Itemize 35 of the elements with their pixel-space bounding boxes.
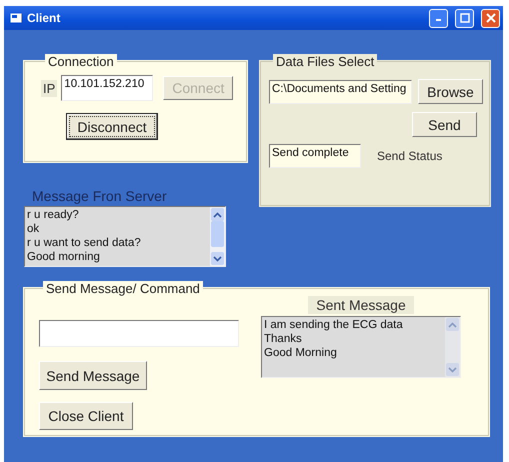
send-status-label: Send Status [376,148,444,164]
group-title: Data Files Select [273,54,378,69]
app-icon [10,13,22,23]
scroll-down-icon[interactable] [211,252,224,265]
ip-field[interactable]: 10.101.152.210 [61,75,154,101]
close-icon [486,13,496,23]
message-line: Good Morning [264,346,338,360]
minimize-button[interactable] [429,8,448,28]
file-path-field[interactable]: C:\Documents and Setting [269,80,412,104]
sent-messages-list[interactable]: I am sending the ECG data Thanks Good Morning [261,316,461,378]
close-button[interactable] [481,8,500,28]
message-line: r u ready? [27,208,80,222]
browse-button[interactable]: Browse [418,79,483,104]
message-line: Thanks [264,332,303,346]
window-title: Client [27,11,62,25]
maximize-button[interactable] [455,8,474,28]
message-line: r u want to send data? [27,236,142,250]
close-client-button[interactable]: Close Client [39,402,133,430]
send-status-field: Send complete [269,144,361,168]
message-line: I am sending the ECG data [264,318,404,332]
server-messages-label: Message Fron Server [32,188,168,204]
send-button[interactable]: Send [412,112,477,137]
message-line: Good morning [27,250,101,264]
server-messages-list[interactable]: r u ready? ok r u want to send data? Good morning [24,206,226,267]
message-line: ok [27,222,40,236]
scroll-up-icon[interactable] [211,208,224,221]
group-title: Connection [45,54,117,69]
scrollbar[interactable] [210,207,225,266]
sent-message-label: Sent Message [308,296,414,314]
maximize-icon [460,13,470,23]
ip-label: IP [41,80,58,96]
message-input[interactable] [39,320,239,347]
group-title: Send Message/ Command [43,281,203,296]
disconnect-button[interactable]: Disconnect [66,113,158,140]
send-message-button[interactable]: Send Message [39,361,147,390]
